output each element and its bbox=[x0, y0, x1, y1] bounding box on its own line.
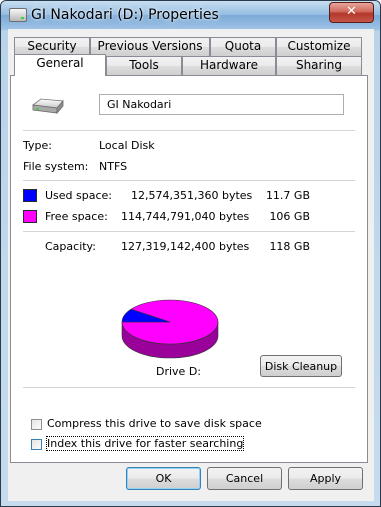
tab-previous-versions[interactable]: Previous Versions bbox=[90, 37, 210, 56]
tab-sharing[interactable]: Sharing bbox=[276, 56, 362, 75]
tab-quota[interactable]: Quota bbox=[210, 37, 276, 56]
general-tab-panel: GI Nakodari Type: Local Disk File system… bbox=[10, 75, 368, 463]
hard-drive-icon bbox=[31, 98, 64, 115]
compress-checkbox[interactable] bbox=[31, 419, 42, 430]
used-space-bytes: 12,574,351,360 bytes bbox=[131, 189, 253, 202]
title-bar[interactable]: GI Nakodari (D:) Properties ✕ bbox=[1, 1, 380, 29]
disk-usage-pie-chart bbox=[121, 299, 219, 359]
separator bbox=[23, 180, 355, 181]
free-space-color-swatch bbox=[23, 210, 37, 223]
properties-window: GI Nakodari (D:) Properties ✕ Security P… bbox=[0, 0, 381, 507]
capacity-size: 118 GB bbox=[269, 240, 310, 253]
tab-tools[interactable]: Tools bbox=[106, 56, 182, 75]
tab-hardware[interactable]: Hardware bbox=[182, 56, 276, 75]
type-value: Local Disk bbox=[99, 139, 155, 152]
file-system-value: NTFS bbox=[99, 160, 128, 173]
used-space-label: Used space: bbox=[45, 189, 113, 202]
drive-letter-label: Drive D: bbox=[156, 365, 201, 378]
free-space-label: Free space: bbox=[45, 210, 108, 223]
drive-name-input[interactable]: GI Nakodari bbox=[99, 94, 344, 115]
capacity-bytes: 127,319,142,400 bytes bbox=[121, 240, 250, 253]
separator bbox=[23, 130, 355, 131]
window-title: GI Nakodari (D:) Properties bbox=[31, 7, 219, 23]
used-space-size: 11.7 GB bbox=[265, 189, 310, 202]
separator bbox=[23, 231, 355, 232]
dialog-client: Security Previous Versions Quota Customi… bbox=[8, 29, 374, 501]
close-button[interactable]: ✕ bbox=[329, 2, 374, 23]
tab-customize[interactable]: Customize bbox=[276, 37, 362, 56]
file-system-label: File system: bbox=[23, 160, 89, 173]
ok-button[interactable]: OK bbox=[126, 467, 201, 490]
separator bbox=[23, 387, 355, 388]
compress-label[interactable]: Compress this drive to save disk space bbox=[47, 417, 262, 430]
disk-cleanup-button[interactable]: Disk Cleanup bbox=[260, 355, 342, 377]
free-space-size: 106 GB bbox=[269, 210, 310, 223]
index-label[interactable]: Index this drive for faster searching bbox=[45, 436, 245, 451]
used-space-color-swatch bbox=[23, 189, 37, 202]
index-checkbox[interactable] bbox=[31, 439, 42, 450]
tab-general[interactable]: General bbox=[14, 54, 106, 76]
cancel-button[interactable]: Cancel bbox=[207, 467, 282, 490]
drive-icon bbox=[9, 8, 27, 22]
type-label: Type: bbox=[23, 139, 52, 152]
apply-button[interactable]: Apply bbox=[288, 467, 363, 490]
capacity-label: Capacity: bbox=[45, 240, 96, 253]
free-space-bytes: 114,744,791,040 bytes bbox=[121, 210, 250, 223]
